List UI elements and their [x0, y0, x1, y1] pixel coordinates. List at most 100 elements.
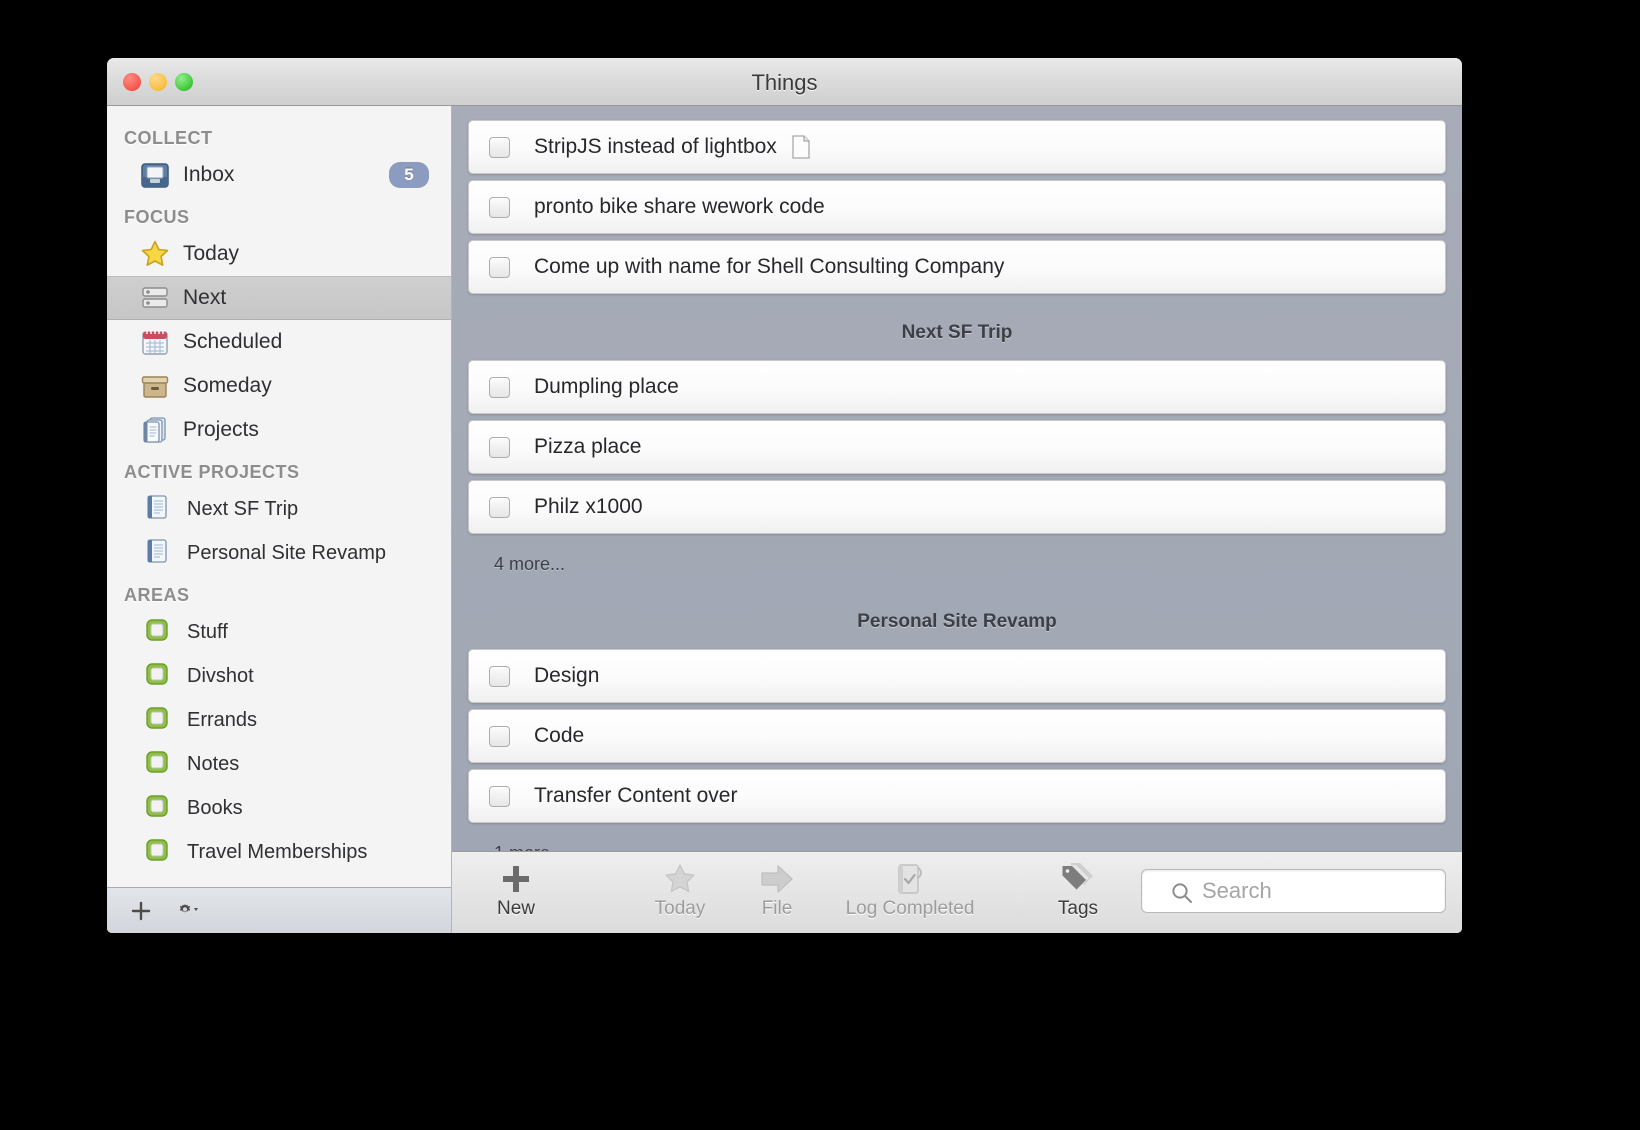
- area-square-icon: [143, 792, 175, 824]
- sidebar-item-inbox[interactable]: Inbox 5: [107, 153, 451, 197]
- todo-checkbox[interactable]: [489, 436, 510, 458]
- note-attachment-icon: [791, 135, 811, 159]
- toolbar-new-button[interactable]: New: [462, 852, 570, 920]
- stack-icon: [139, 282, 171, 314]
- sidebar-item-books[interactable]: Books: [107, 786, 451, 830]
- calendar-icon: [139, 326, 171, 358]
- sidebar-item-label: Books: [187, 796, 243, 819]
- todo-title: Design: [534, 664, 600, 687]
- star-icon: [139, 238, 171, 270]
- search-icon: [1170, 881, 1194, 910]
- todo-title: Code: [534, 724, 585, 747]
- sidebar-item-personal-site-revamp[interactable]: Personal Site Revamp: [107, 531, 451, 575]
- toolbar-file-button[interactable]: File: [734, 852, 820, 920]
- sidebar-item-travel-memberships[interactable]: Travel Memberships: [107, 830, 451, 874]
- things-window: Things COLLECT Inbox 5 FOCUS Today Next …: [107, 58, 1462, 933]
- window-body: COLLECT Inbox 5 FOCUS Today Next Schedul…: [107, 106, 1462, 933]
- search-placeholder: Search: [1202, 878, 1272, 903]
- todo-checkbox[interactable]: [489, 136, 510, 158]
- todo-checkbox[interactable]: [489, 256, 510, 278]
- sidebar-item-label: Scheduled: [183, 330, 283, 353]
- sidebar-item-label: Next: [183, 286, 227, 309]
- sidebar-item-label: Stuff: [187, 620, 228, 643]
- search-field[interactable]: Search: [1141, 869, 1446, 913]
- toolbar-today-button[interactable]: Today: [626, 852, 734, 920]
- sidebar-item-label: Travel Memberships: [187, 840, 368, 863]
- toolbar-label: File: [761, 898, 793, 919]
- todo-row[interactable]: StripJS instead of lightbox: [468, 120, 1446, 174]
- tags-icon: [1058, 858, 1098, 900]
- todo-row[interactable]: Design: [468, 649, 1446, 703]
- settings-gear-button[interactable]: [175, 899, 205, 923]
- group-header-personal-site-revamp: Personal Site Revamp: [857, 611, 1057, 632]
- toolbar-label: Tags: [1057, 898, 1099, 919]
- todo-list[interactable]: StripJS instead of lightbox pronto bike …: [452, 106, 1462, 851]
- area-square-icon: [143, 704, 175, 736]
- bottom-toolbar: New Today File Log Completed Tags Search: [452, 851, 1462, 933]
- sidebar-item-stuff[interactable]: Stuff: [107, 610, 451, 654]
- sidebar-item-scheduled[interactable]: Scheduled: [107, 320, 451, 364]
- todo-row[interactable]: Philz x1000: [468, 480, 1446, 534]
- sidebar-item-today[interactable]: Today: [107, 232, 451, 276]
- arrow-right-icon: [759, 858, 795, 900]
- sidebar-item-label: Personal Site Revamp: [187, 541, 386, 564]
- todo-title: Pizza place: [534, 435, 642, 458]
- project-book-icon: [143, 493, 175, 525]
- show-more-next-sf-trip[interactable]: 4 more...: [468, 540, 1446, 589]
- sidebar-scroll-area[interactable]: COLLECT Inbox 5 FOCUS Today Next Schedul…: [107, 106, 451, 887]
- sidebar-item-label: Next SF Trip: [187, 497, 299, 520]
- toolbar-log-completed-button[interactable]: Log Completed: [820, 852, 1000, 920]
- todo-row[interactable]: Come up with name for Shell Consulting C…: [468, 240, 1446, 294]
- toolbar-label: New: [496, 898, 535, 919]
- todo-checkbox[interactable]: [489, 496, 510, 518]
- sidebar-item-divshot[interactable]: Divshot: [107, 654, 451, 698]
- sidebar-item-errands[interactable]: Errands: [107, 698, 451, 742]
- todo-checkbox[interactable]: [489, 376, 510, 398]
- todo-title: Transfer Content over: [534, 784, 738, 807]
- toolbar-tags-button[interactable]: Tags: [1024, 852, 1132, 920]
- sidebar-item-label: Someday: [183, 374, 272, 397]
- project-book-icon: [143, 537, 175, 569]
- sidebar-item-label: Errands: [187, 708, 258, 731]
- todo-title: StripJS instead of lightbox: [534, 135, 777, 158]
- todo-title: Dumpling place: [534, 375, 679, 398]
- sidebar-item-projects[interactable]: Projects: [107, 408, 451, 452]
- sidebar-bottom-bar: [107, 887, 451, 933]
- star-icon: [662, 858, 698, 900]
- area-square-icon: [143, 748, 175, 780]
- todo-title: Come up with name for Shell Consulting C…: [534, 255, 1005, 278]
- box-icon: [139, 370, 171, 402]
- todo-row[interactable]: Transfer Content over: [468, 769, 1446, 823]
- sidebar-section-areas-title: AREAS: [124, 585, 190, 605]
- sidebar-item-someday[interactable]: Someday: [107, 364, 451, 408]
- todo-row[interactable]: Pizza place: [468, 420, 1446, 474]
- sidebar-item-label: Divshot: [187, 664, 254, 687]
- sidebar-section-focus-title: FOCUS: [124, 207, 190, 227]
- sidebar: COLLECT Inbox 5 FOCUS Today Next Schedul…: [107, 106, 452, 933]
- logbook-icon: [891, 858, 929, 900]
- todo-checkbox[interactable]: [489, 725, 510, 747]
- main-panel: StripJS instead of lightbox pronto bike …: [452, 106, 1462, 933]
- toolbar-label: Log Completed: [845, 898, 975, 919]
- todo-row[interactable]: Dumpling place: [468, 360, 1446, 414]
- sidebar-item-notes[interactable]: Notes: [107, 742, 451, 786]
- area-square-icon: [143, 616, 175, 648]
- sidebar-item-next[interactable]: Next: [107, 276, 451, 320]
- inbox-tray-icon: [139, 159, 171, 191]
- todo-checkbox[interactable]: [489, 665, 510, 687]
- add-list-button[interactable]: [129, 899, 153, 923]
- inbox-count-badge: 5: [389, 162, 429, 188]
- sidebar-item-label: Notes: [187, 752, 240, 775]
- sidebar-item-label: Inbox: [183, 163, 235, 186]
- todo-row[interactable]: Code: [468, 709, 1446, 763]
- todo-row[interactable]: pronto bike share wework code: [468, 180, 1446, 234]
- todo-checkbox[interactable]: [489, 785, 510, 807]
- todo-checkbox[interactable]: [489, 196, 510, 218]
- sidebar-item-label: Today: [183, 242, 240, 265]
- sidebar-item-label: Projects: [183, 418, 259, 441]
- show-more-personal-site-revamp[interactable]: 1 more...: [468, 829, 1446, 851]
- title-bar: Things: [107, 58, 1462, 106]
- sidebar-section-active-projects-title: ACTIVE PROJECTS: [124, 462, 300, 482]
- documents-icon: [139, 414, 171, 446]
- sidebar-item-next-sf-trip[interactable]: Next SF Trip: [107, 487, 451, 531]
